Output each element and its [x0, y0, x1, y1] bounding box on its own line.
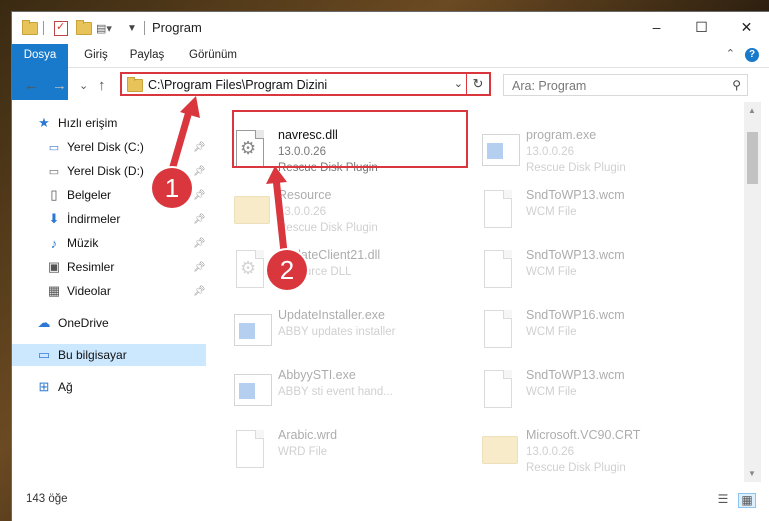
annotation-arrows	[168, 96, 288, 256]
callout-badge-1: 1	[152, 168, 192, 208]
callout-badge-2: 2	[267, 250, 307, 290]
